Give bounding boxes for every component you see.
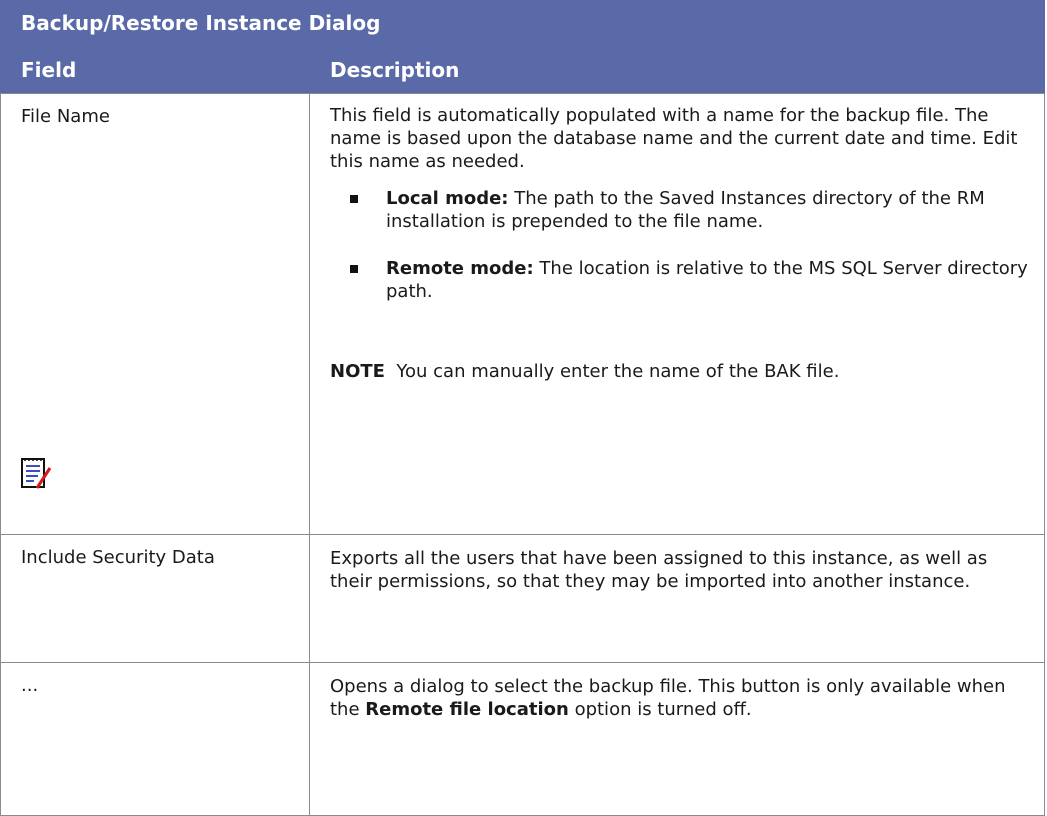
field-cell: File Name [0,93,310,535]
description-cell: This field is automatically populated wi… [309,93,1045,535]
list-item-local-mode: Local mode: The path to the Saved Instan… [330,187,1030,233]
note: NOTE You can manually enter the name of … [330,360,1030,383]
bullet-icon [350,265,358,273]
description-text-after: option is turned off. [568,699,752,720]
table-row-file-name: File Name This field is automatically po… [0,93,1045,535]
table-header-row: Field Description [0,45,1045,94]
bullet-label: Remote mode: [386,258,534,279]
note-pad-icon [21,458,52,490]
bullet-label: Local mode: [386,188,509,209]
table-title-row: Backup/Restore Instance Dialog [0,0,1045,46]
table-row-browse: ... Opens a dialog to select the backup … [0,662,1045,816]
field-name: Include Security Data [21,547,215,568]
description-cell: Opens a dialog to select the backup file… [309,662,1045,816]
field-cell: Include Security Data [0,534,310,663]
backup-restore-dialog-table: Backup/Restore Instance Dialog Field Des… [0,0,1045,816]
field-cell: ... [0,662,310,816]
header-field: Field [0,45,310,94]
table-title: Backup/Restore Instance Dialog [0,0,1045,46]
field-name: ... [21,675,39,696]
description-text: Exports all the users that have been ass… [330,548,988,592]
description-text: This field is automatically populated wi… [330,105,1018,172]
note-text: You can manually enter the name of the B… [384,361,840,382]
table-row-include-security-data: Include Security Data Exports all the us… [0,534,1045,663]
mode-list: Local mode: The path to the Saved Instan… [330,187,1030,303]
bullet-icon [350,195,358,203]
field-name: File Name [21,106,110,127]
description-text-bold: Remote file location [365,699,569,720]
header-description: Description [309,45,1045,94]
description-cell: Exports all the users that have been ass… [309,534,1045,663]
list-item-remote-mode: Remote mode: The location is relative to… [330,257,1030,303]
note-label: NOTE [330,361,385,382]
